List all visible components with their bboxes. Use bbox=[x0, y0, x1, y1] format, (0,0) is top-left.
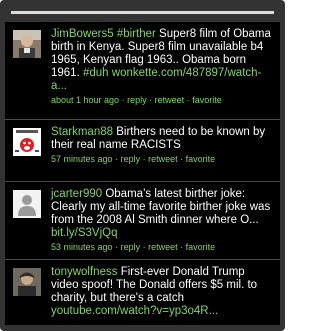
meta-separator: · bbox=[115, 154, 119, 164]
favorite-link[interactable]: favorite bbox=[192, 95, 222, 105]
tweet-text: tonywolfness First-ever Donald Trump vid… bbox=[51, 266, 274, 318]
tweet-item: Starkman88 Birthers need to be known by … bbox=[5, 120, 280, 182]
tweet-item: jcarter990 Obama’s latest birther joke: … bbox=[5, 182, 280, 260]
reply-link[interactable]: reply bbox=[121, 154, 141, 164]
tweet-meta: 53 minutes ago · reply · retweet · favor… bbox=[51, 241, 274, 253]
mr-noisy-icon[interactable] bbox=[13, 128, 41, 156]
meta-separator: · bbox=[180, 154, 184, 164]
reply-link[interactable]: reply bbox=[121, 242, 141, 252]
meta-separator: · bbox=[186, 95, 190, 105]
meta-separator: · bbox=[115, 242, 119, 252]
hashtag-link[interactable]: #duh bbox=[83, 67, 109, 79]
meta-separator: · bbox=[142, 154, 146, 164]
tweet-timestamp[interactable]: 57 minutes ago bbox=[51, 154, 113, 164]
favorite-link[interactable]: favorite bbox=[186, 242, 216, 252]
meta-separator: · bbox=[180, 242, 184, 252]
tweet-author-link[interactable]: JimBowers5 bbox=[51, 28, 114, 40]
tweet-text: JimBowers5 #birther Super8 film of Obama… bbox=[51, 28, 274, 93]
user-photo-icon[interactable] bbox=[13, 268, 41, 296]
tweet-item: tonywolfness First-ever Donald Trump vid… bbox=[5, 260, 280, 325]
tweet-author-link[interactable]: tonywolfness bbox=[51, 266, 117, 278]
tweet-text: Starkman88 Birthers need to be known by … bbox=[51, 126, 274, 152]
tweet-url-link[interactable]: youtube.com/watch?v=yp3o4R... bbox=[51, 305, 218, 317]
tweet-url-link[interactable]: bit.ly/S3VjQq bbox=[51, 227, 117, 239]
favorite-link[interactable]: favorite bbox=[186, 154, 216, 164]
reply-link[interactable]: reply bbox=[127, 95, 147, 105]
retweet-link[interactable]: retweet bbox=[148, 154, 178, 164]
user-photo-icon[interactable] bbox=[13, 30, 41, 58]
tweet-text: jcarter990 Obama’s latest birther joke: … bbox=[51, 188, 274, 240]
tweet-meta: about 1 hour ago · reply · retweet · fav… bbox=[51, 94, 274, 106]
twitter-widget: JimBowers5 #birther Super8 film of Obama… bbox=[0, 0, 285, 331]
retweet-link[interactable]: retweet bbox=[155, 95, 185, 105]
meta-separator: · bbox=[142, 242, 146, 252]
hashtag-link[interactable]: #birther bbox=[117, 28, 156, 40]
tweet-timestamp[interactable]: 53 minutes ago bbox=[51, 242, 113, 252]
tweet-meta: 57 minutes ago · reply · retweet · favor… bbox=[51, 153, 274, 165]
retweet-link[interactable]: retweet bbox=[148, 242, 178, 252]
tweet-author-link[interactable]: jcarter990 bbox=[51, 188, 102, 200]
tweet-list[interactable]: JimBowers5 #birther Super8 film of Obama… bbox=[5, 22, 280, 325]
meta-separator: · bbox=[149, 95, 153, 105]
widget-header bbox=[5, 4, 280, 20]
user-silhouette-icon[interactable] bbox=[13, 190, 41, 218]
tweet-item: JimBowers5 #birther Super8 film of Obama… bbox=[5, 22, 280, 120]
tweet-timestamp[interactable]: about 1 hour ago bbox=[51, 95, 119, 105]
meta-separator: · bbox=[121, 95, 125, 105]
tweet-author-link[interactable]: Starkman88 bbox=[51, 126, 113, 138]
header-divider bbox=[11, 10, 274, 14]
